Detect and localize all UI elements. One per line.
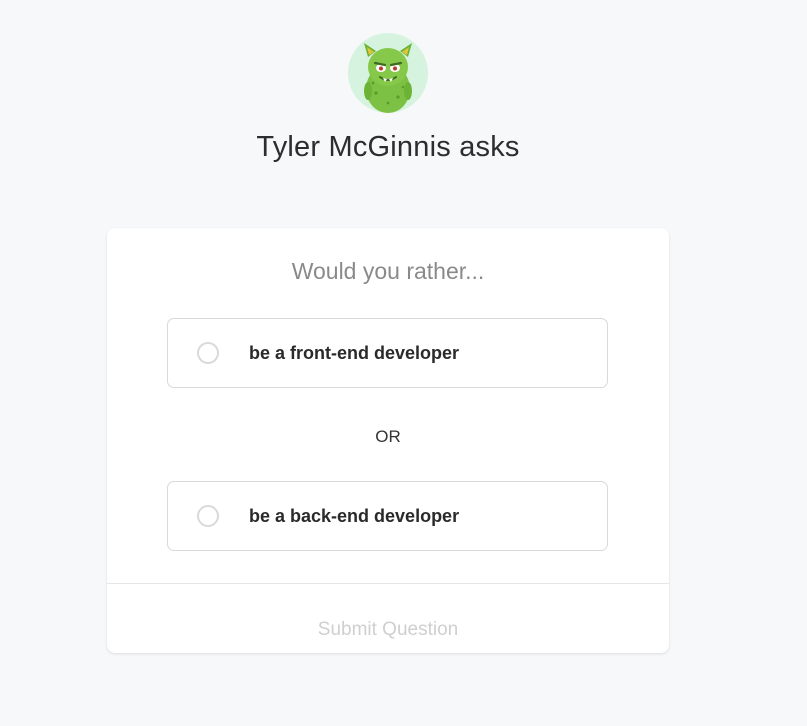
option-two[interactable]: be a back-end developer (167, 481, 608, 551)
asker-name: Tyler McGinnis asks (256, 131, 520, 163)
option-two-radio[interactable] (197, 505, 219, 527)
submit-question-button[interactable]: Submit Question (107, 584, 669, 653)
question-card: Would you rather... be a front-end devel… (107, 228, 669, 653)
question-prompt: Would you rather... (291, 258, 485, 284)
green-monster-avatar-icon (348, 33, 428, 113)
option-one-label: be a front-end developer (249, 343, 460, 363)
option-two-label: be a back-end developer (249, 506, 460, 526)
question-header: Tyler McGinnis asks (0, 33, 776, 164)
option-one-radio[interactable] (197, 342, 219, 364)
option-one[interactable]: be a front-end developer (167, 318, 608, 388)
or-separator: OR (375, 427, 401, 446)
